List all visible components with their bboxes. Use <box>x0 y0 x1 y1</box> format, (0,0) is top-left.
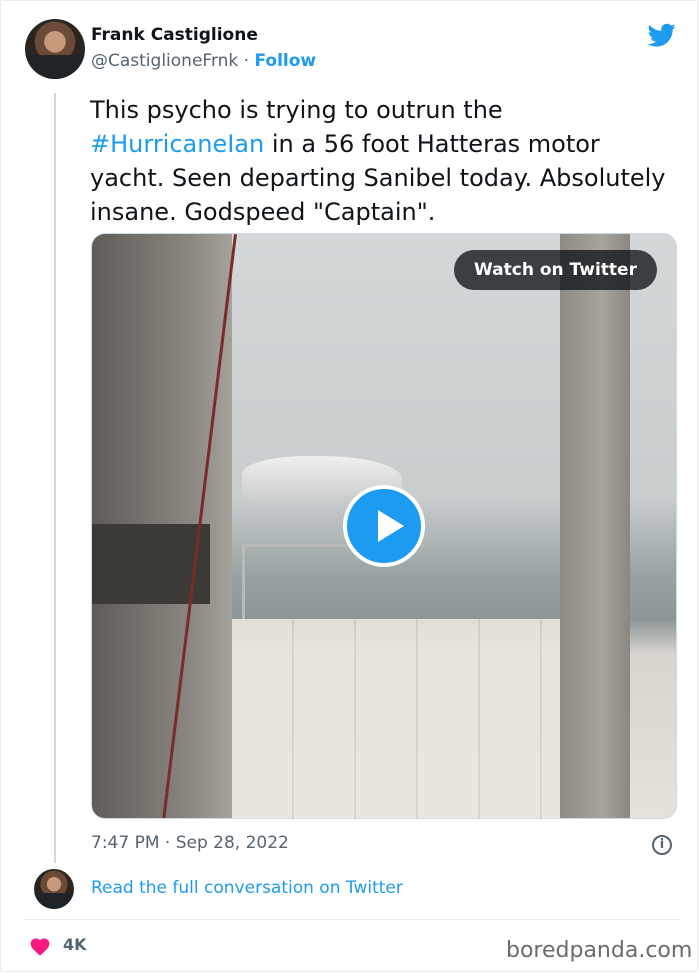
tweet-text-part-1: This psycho is trying to outrun the <box>90 96 503 124</box>
info-icon[interactable]: i <box>652 835 672 855</box>
handle-separator: · <box>243 51 250 71</box>
watermark: boredpanda.com <box>506 938 693 963</box>
video-deck <box>232 619 562 818</box>
divider <box>25 919 679 920</box>
author-avatar[interactable] <box>25 19 85 79</box>
like-count: 4K <box>63 935 87 954</box>
heart-icon[interactable] <box>29 936 51 956</box>
tweet-text: This psycho is trying to outrun the #Hur… <box>90 93 680 229</box>
author-name[interactable]: Frank Castiglione <box>91 25 258 45</box>
twitter-bird-icon[interactable] <box>646 21 678 49</box>
watch-on-twitter-button[interactable]: Watch on Twitter <box>454 250 657 290</box>
tweet-timestamp[interactable]: 7:47 PM · Sep 28, 2022 <box>91 833 289 853</box>
follow-button[interactable]: Follow <box>254 51 316 71</box>
author-handle-row: @CastiglioneFrnk · Follow <box>91 51 316 71</box>
thread-line <box>54 93 56 863</box>
author-handle[interactable]: @CastiglioneFrnk <box>91 51 238 71</box>
conversation-avatar <box>34 869 74 909</box>
hashtag-link[interactable]: #HurricaneIan <box>90 130 264 158</box>
video-pillar <box>560 234 630 818</box>
play-icon[interactable] <box>343 485 425 567</box>
read-conversation-link[interactable]: Read the full conversation on Twitter <box>91 878 403 898</box>
tweet-card: Frank Castiglione @CastiglioneFrnk · Fol… <box>0 0 698 972</box>
video-media[interactable]: Watch on Twitter <box>91 233 677 819</box>
